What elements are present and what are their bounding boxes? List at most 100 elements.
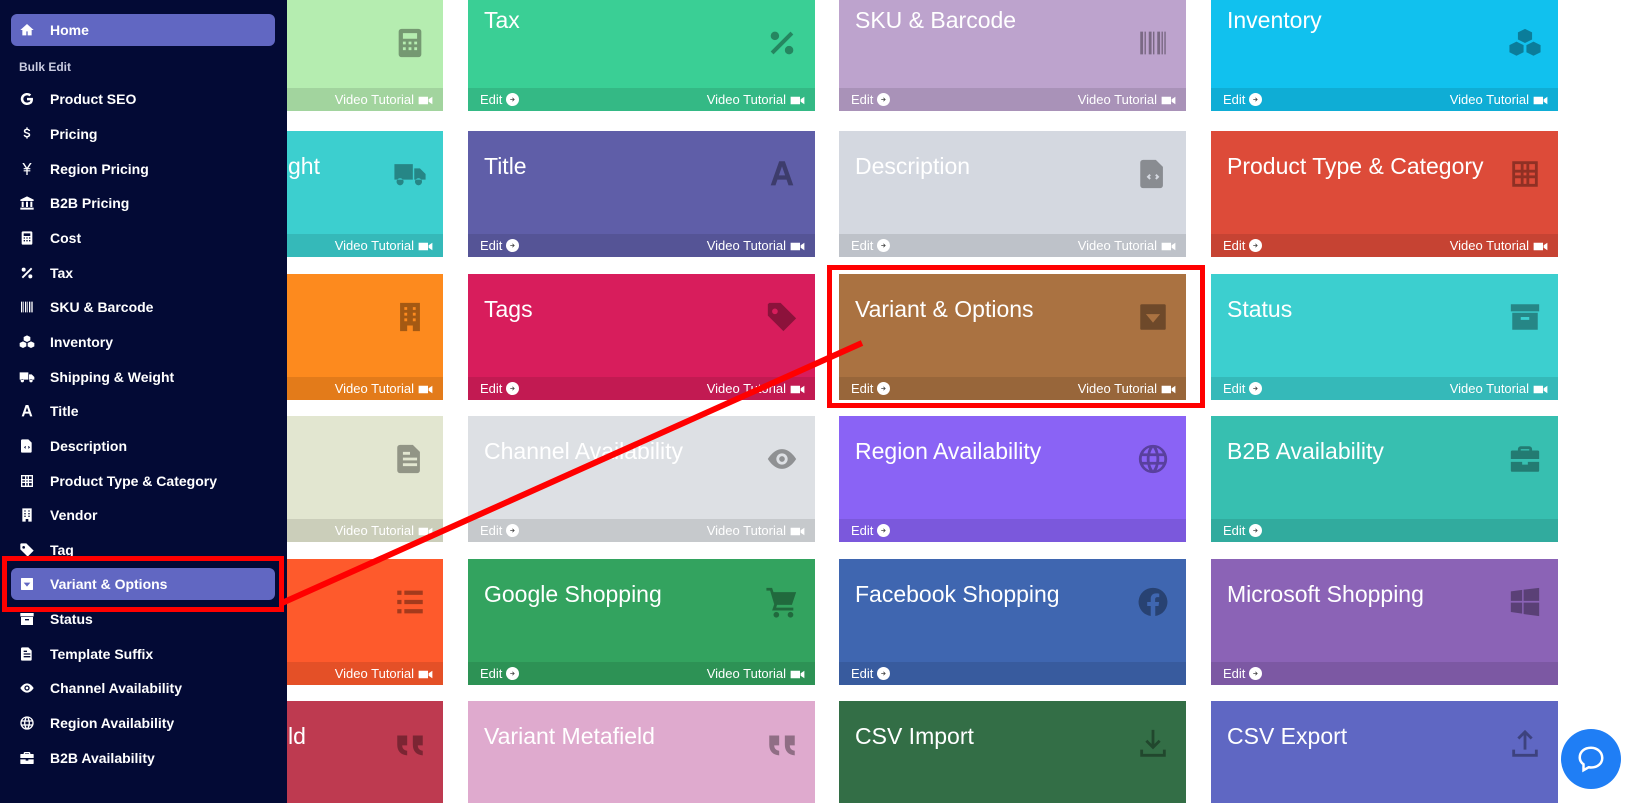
sidebar-item-tag[interactable]: Tag bbox=[11, 534, 275, 566]
video-camera-icon bbox=[790, 525, 805, 536]
card-edit-link[interactable]: Edit bbox=[851, 92, 891, 107]
card-edit-link[interactable]: Edit bbox=[851, 666, 891, 681]
grid-icon bbox=[18, 472, 36, 490]
card-edit-link[interactable]: Edit bbox=[1223, 666, 1263, 681]
sidebar-item-title[interactable]: Title bbox=[11, 395, 275, 427]
card-title: Tax bbox=[484, 7, 520, 33]
sidebar-item-status[interactable]: Status bbox=[11, 603, 275, 635]
card-video-tutorial-link[interactable]: Video Tutorial bbox=[707, 92, 805, 107]
barcode-icon bbox=[18, 298, 36, 316]
card-video-tutorial-link[interactable]: Video Tutorial bbox=[707, 238, 805, 253]
card-video-tutorial-link[interactable]: Video Tutorial bbox=[1078, 381, 1176, 396]
card-video-label: Video Tutorial bbox=[1449, 92, 1529, 107]
card-sku-and-barcode[interactable]: SKU & Barcode Edit Video Tutorial bbox=[839, 0, 1186, 111]
sidebar-item-vendor[interactable]: Vendor bbox=[11, 499, 275, 531]
card-video-tutorial-link[interactable]: Video Tutorial bbox=[1078, 238, 1176, 253]
card-video-tutorial-link[interactable]: Video Tutorial bbox=[707, 523, 805, 538]
card-video-tutorial-link[interactable]: Video Tutorial bbox=[335, 666, 433, 681]
card-region-availability[interactable]: Region Availability Edit bbox=[839, 416, 1186, 542]
sidebar-item-pricing[interactable]: Pricing bbox=[11, 118, 275, 150]
card-video-tutorial-link[interactable]: Video Tutorial bbox=[1450, 92, 1548, 107]
card-status[interactable]: Status Edit Video Tutorial bbox=[1211, 274, 1558, 400]
card-video-tutorial-link[interactable]: Video Tutorial bbox=[1450, 381, 1548, 396]
card-microsoft-shopping[interactable]: Microsoft Shopping Edit bbox=[1211, 559, 1558, 685]
card-title[interactable]: Title Edit Video Tutorial bbox=[468, 131, 815, 257]
card-edit-link[interactable]: Edit bbox=[480, 238, 520, 253]
google-icon bbox=[18, 90, 36, 108]
card-edit-link[interactable]: Edit bbox=[1223, 238, 1263, 253]
sidebar-item-description[interactable]: Description bbox=[11, 430, 275, 462]
card-edit-label: Edit bbox=[480, 523, 503, 538]
card-google-shopping[interactable]: Google Shopping Edit Video Tutorial bbox=[468, 559, 815, 685]
file-text-icon bbox=[18, 645, 36, 663]
sidebar-item-variant-and-options[interactable]: Variant & Options bbox=[11, 568, 275, 600]
card-variant-metafield[interactable]: Variant Metafield bbox=[468, 701, 815, 803]
card-video-tutorial-link[interactable]: Video Tutorial bbox=[335, 238, 433, 253]
sidebar-item-label: Template Suffix bbox=[50, 646, 154, 662]
card-csv-import[interactable]: CSV Import bbox=[839, 701, 1186, 803]
card-channel-availability[interactable]: Channel Availability Edit Video Tutorial bbox=[468, 416, 815, 542]
sidebar-item-template-suffix[interactable]: Template Suffix bbox=[11, 638, 275, 670]
card-edit-link[interactable]: Edit bbox=[480, 92, 520, 107]
card-csv-export[interactable]: CSV Export bbox=[1211, 701, 1558, 803]
card-footer: Edit Video Tutorial bbox=[468, 519, 815, 542]
video-camera-icon bbox=[418, 383, 433, 394]
video-camera-icon bbox=[418, 240, 433, 251]
help-chat-button[interactable] bbox=[1561, 729, 1621, 789]
sidebar-item-shipping-and-weight[interactable]: Shipping & Weight bbox=[11, 361, 275, 393]
dollar-icon bbox=[18, 125, 36, 143]
card-edit-link[interactable]: Edit bbox=[851, 238, 891, 253]
card-video-tutorial-link[interactable]: Video Tutorial bbox=[335, 523, 433, 538]
card-video-tutorial-link[interactable]: Video Tutorial bbox=[1450, 238, 1548, 253]
card-video-tutorial-link[interactable]: Video Tutorial bbox=[335, 92, 433, 107]
sidebar-item-label: B2B Availability bbox=[50, 750, 155, 766]
card-video-tutorial-link[interactable]: Video Tutorial bbox=[335, 381, 433, 396]
card-facebook-shopping[interactable]: Facebook Shopping Edit bbox=[839, 559, 1186, 685]
card-title: CSV Import bbox=[855, 723, 974, 749]
card-tags[interactable]: Tags Edit Video Tutorial bbox=[468, 274, 815, 400]
sidebar-item-product-type-and-category[interactable]: Product Type & Category bbox=[11, 465, 275, 497]
card-title: Channel Availability bbox=[484, 438, 684, 464]
archive-icon bbox=[1508, 300, 1542, 334]
card-edit-label: Edit bbox=[480, 238, 503, 253]
card-edit-link[interactable]: Edit bbox=[480, 381, 520, 396]
sidebar-item-cost[interactable]: Cost bbox=[11, 222, 275, 254]
windows-icon bbox=[1508, 585, 1542, 619]
sidebar-item-b2b-availability[interactable]: B2B Availability bbox=[11, 742, 275, 774]
card-footer: Edit Video Tutorial bbox=[468, 88, 815, 111]
card-video-tutorial-link[interactable]: Video Tutorial bbox=[707, 381, 805, 396]
card-description[interactable]: Description Edit Video Tutorial bbox=[839, 131, 1186, 257]
globe-icon bbox=[18, 714, 36, 732]
video-camera-icon bbox=[790, 94, 805, 105]
sidebar-item-label: Variant & Options bbox=[50, 576, 168, 592]
sidebar-item-home[interactable]: Home bbox=[11, 14, 275, 46]
card-video-tutorial-link[interactable]: Video Tutorial bbox=[707, 666, 805, 681]
sidebar-item-channel-availability[interactable]: Channel Availability bbox=[11, 672, 275, 704]
card-inventory[interactable]: Inventory Edit Video Tutorial bbox=[1211, 0, 1558, 111]
card-edit-link[interactable]: Edit bbox=[1223, 92, 1263, 107]
sidebar-item-region-availability[interactable]: Region Availability bbox=[11, 707, 275, 739]
card-tax[interactable]: Tax Edit Video Tutorial bbox=[468, 0, 815, 111]
sidebar-item-inventory[interactable]: Inventory bbox=[11, 326, 275, 358]
arrow-circle-right-icon bbox=[506, 524, 520, 537]
arrow-circle-right-icon bbox=[877, 93, 891, 106]
card-edit-link[interactable]: Edit bbox=[480, 666, 520, 681]
sidebar-item-region-pricing[interactable]: Region Pricing bbox=[11, 153, 275, 185]
card-video-label: Video Tutorial bbox=[706, 238, 786, 253]
chat-bubble-icon bbox=[1578, 746, 1604, 773]
card-video-tutorial-link[interactable]: Video Tutorial bbox=[1078, 92, 1176, 107]
card-edit-link[interactable]: Edit bbox=[851, 523, 891, 538]
card-edit-link[interactable]: Edit bbox=[1223, 381, 1263, 396]
card-b2b-availability[interactable]: B2B Availability Edit bbox=[1211, 416, 1558, 542]
sidebar-item-sku-and-barcode[interactable]: SKU & Barcode bbox=[11, 291, 275, 323]
sidebar-item-product-seo[interactable]: Product SEO bbox=[11, 83, 275, 115]
card-product-type-and-category[interactable]: Product Type & Category Edit Video Tutoria… bbox=[1211, 131, 1558, 257]
card-edit-label: Edit bbox=[851, 523, 874, 538]
card-edit-link[interactable]: Edit bbox=[851, 381, 891, 396]
sidebar-item-tax[interactable]: Tax bbox=[11, 257, 275, 289]
card-edit-link[interactable]: Edit bbox=[1223, 523, 1263, 538]
card-edit-label: Edit bbox=[1223, 666, 1246, 681]
card-edit-link[interactable]: Edit bbox=[480, 523, 520, 538]
card-variant-and-options[interactable]: Variant & Options Edit Video Tutorial bbox=[839, 274, 1186, 400]
sidebar-item-b2b-pricing[interactable]: B2B Pricing bbox=[11, 187, 275, 219]
